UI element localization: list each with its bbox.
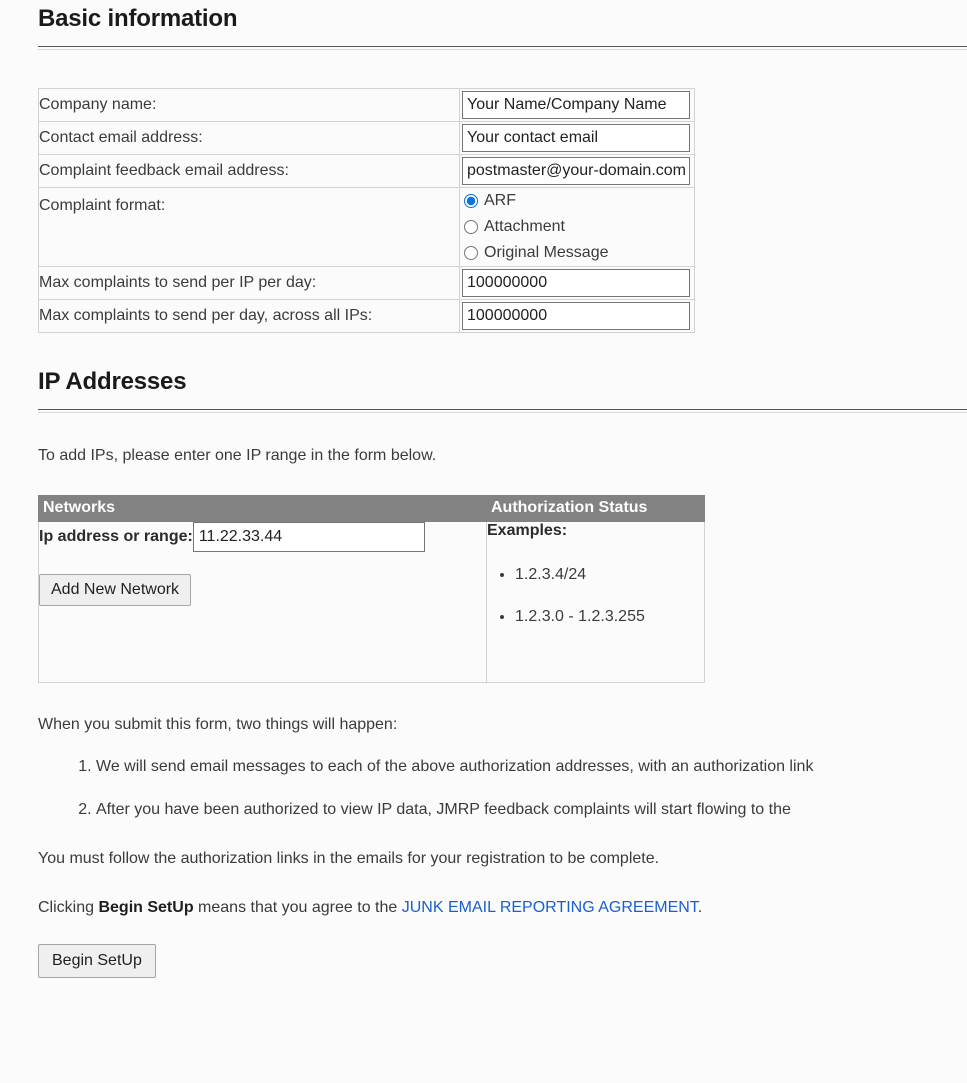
list-item: After you have been authorized to view I… [96,801,967,819]
company-name-label: Company name: [38,88,460,122]
table-row: Ip address or range: Add New Network Exa… [38,521,705,683]
agreement-prefix: Clicking [38,899,99,916]
table-row: Company name: [38,88,695,122]
ip-addresses-heading: IP Addresses [38,368,187,395]
page-container: Basic information Company name: Contact … [0,0,967,978]
max-complaints-total-cell [459,299,695,333]
ip-addresses-divider [38,409,967,413]
table-row: Complaint format: ARF Attachment Origina… [38,187,695,267]
authorization-status-cell: Examples: 1.2.3.4/24 1.2.3.0 - 1.2.3.255 [486,521,705,683]
page-title: Basic information [38,5,238,32]
table-row: Complaint feedback email address: [38,154,695,188]
agreement-text: Clicking Begin SetUp means that you agre… [38,899,967,917]
complaint-feedback-email-input[interactable] [462,157,690,185]
complaint-feedback-email-label: Complaint feedback email address: [38,154,460,188]
networks-cell: Ip address or range: Add New Network [38,521,487,683]
agreement-middle: means that you agree to the [193,899,402,916]
submit-steps-list: We will send email messages to each of t… [38,758,967,819]
radio-arf[interactable] [464,194,478,208]
radio-option-original-message[interactable]: Original Message [460,240,694,266]
max-complaints-total-label: Max complaints to send per day, across a… [38,299,460,333]
authorization-note-text: You must follow the authorization links … [38,850,660,867]
radio-original-message[interactable] [464,246,478,260]
basic-information-table: Company name: Contact email address: Com… [38,88,695,333]
ip-address-input[interactable] [192,522,425,552]
company-name-cell [459,88,695,122]
max-complaints-per-ip-input[interactable] [462,269,690,297]
list-item: We will send email messages to each of t… [96,758,967,776]
table-row: Max complaints to send per day, across a… [38,299,695,333]
contact-email-label: Contact email address: [38,121,460,155]
networks-column-header: Networks [38,495,487,522]
contact-email-cell [459,121,695,155]
table-row: Max complaints to send per IP per day: [38,266,695,300]
radio-attachment[interactable] [464,220,478,234]
ip-address-label: Ip address or range: [39,528,193,545]
begin-setup-button[interactable]: Begin SetUp [38,944,156,978]
max-complaints-per-ip-label: Max complaints to send per IP per day: [38,266,460,300]
contact-email-input[interactable] [462,124,690,152]
radio-option-attachment[interactable]: Attachment [460,214,694,240]
radio-option-arf[interactable]: ARF [460,188,694,214]
table-header-row: Networks Authorization Status [38,495,705,522]
list-item: 1.2.3.4/24 [515,566,704,584]
radio-arf-label: ARF [484,192,516,209]
company-name-input[interactable] [462,91,690,119]
authorization-status-column-header: Authorization Status [486,495,705,522]
max-complaints-total-input[interactable] [462,302,690,330]
ip-input-row: Ip address or range: [39,522,486,552]
title-divider [38,46,967,50]
add-new-network-button[interactable]: Add New Network [39,574,192,606]
ip-addresses-lead-text: To add IPs, please enter one IP range in… [38,447,437,464]
complaint-format-label: Complaint format: [38,187,460,267]
networks-table: Networks Authorization Status Ip address… [38,495,705,683]
examples-title: Examples: [487,522,568,539]
max-complaints-per-ip-cell [459,266,695,300]
radio-attachment-label: Attachment [484,218,565,235]
agreement-bold-label: Begin SetUp [98,899,194,916]
agreement-suffix: . [697,899,703,916]
complaint-feedback-email-cell [459,154,695,188]
submit-intro-text: When you submit this form, two things wi… [38,716,398,733]
examples-list: 1.2.3.4/24 1.2.3.0 - 1.2.3.255 [487,566,704,626]
complaint-format-cell: ARF Attachment Original Message [459,187,695,267]
table-row: Contact email address: [38,121,695,155]
list-item: 1.2.3.0 - 1.2.3.255 [515,608,704,626]
radio-original-message-label: Original Message [484,244,609,261]
junk-email-reporting-agreement-link[interactable]: JUNK EMAIL REPORTING AGREEMENT [402,899,698,916]
